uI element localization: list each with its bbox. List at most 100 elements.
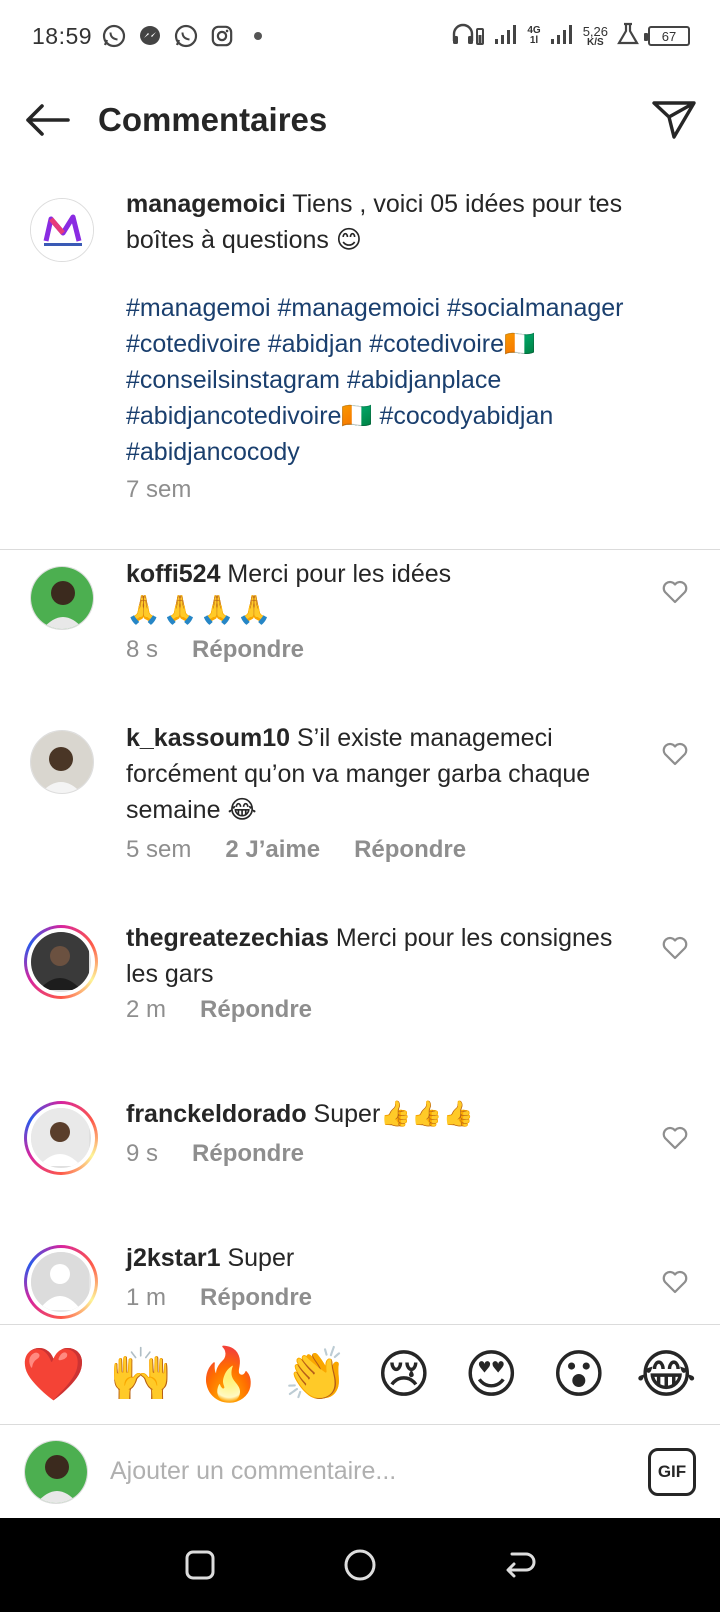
comment-composer: GIF [0,1424,720,1518]
heart-icon [662,1126,688,1150]
like-button[interactable] [662,742,690,770]
emoji-heart[interactable]: ❤️ [19,1345,89,1405]
comment-text: k_kassoum10 S’il existe managemeci forcé… [126,724,591,824]
emoji-raising-hands[interactable]: 🙌 [106,1345,176,1405]
signal-icon [494,23,518,50]
network-speed: 5,26 K/S [582,23,608,48]
status-time: 18:59 [32,22,93,49]
profile-photo [25,1440,87,1503]
whatsapp-icon [172,22,200,50]
comment-item: j2kstar1 Super 1 m Répondre [0,1244,720,1324]
username[interactable]: k_kassoum10 [126,724,290,752]
like-button[interactable] [662,1126,690,1154]
heart-icon [662,742,688,766]
battery-indicator: 67 [644,26,690,46]
reply-button[interactable]: Répondre [192,1140,304,1168]
whatsapp-icon [100,22,128,50]
back-button[interactable] [24,95,74,145]
timestamp: 1 m [126,1284,167,1311]
comment-text: thegreatezechias Merci pour les consigne… [126,924,613,988]
story-avatar[interactable] [24,925,98,999]
comment-meta: 8 s Répondre [126,636,304,664]
comment-meta: 5 sem 2 J’aime Répondre [126,836,466,864]
emoji-laughing[interactable]: 😂 [631,1345,701,1405]
comment-item: koffi524 Merci pour les idées 🙏🙏🙏🙏 8 s R… [0,560,720,690]
comment-text: franckeldorado Super👍👍👍 [126,1100,474,1128]
app-header: Commentaires [0,72,720,168]
comment-text: koffi524 Merci pour les idées 🙏🙏🙏🙏 [126,560,452,625]
username[interactable]: j2kstar1 [126,1244,221,1272]
story-avatar[interactable] [24,1101,98,1175]
circle-icon [344,1549,376,1581]
managemoici-logo [31,199,93,261]
reply-button[interactable]: Répondre [354,836,466,864]
headphones-icon [451,21,485,52]
default-avatar-icon [31,1252,89,1310]
comment-meta: 2 m Répondre [126,996,312,1024]
story-avatar[interactable] [24,1245,98,1319]
emoji-clapping[interactable]: 👏 [281,1345,351,1405]
avatar[interactable] [30,198,94,262]
username[interactable]: managemoici [126,190,286,218]
like-button[interactable] [662,1270,690,1298]
caption-text: managemoici Tiens , voici 05 idées pour … [126,186,646,258]
home-button[interactable] [330,1535,390,1595]
back-icon [506,1552,536,1578]
messenger-icon [136,22,164,50]
heart-icon [662,580,688,604]
likes-count[interactable]: 2 J’aime [225,836,320,864]
username[interactable]: thegreatezechias [126,924,329,952]
share-button[interactable] [646,95,696,145]
timestamp: 9 s [126,1140,159,1167]
reply-button[interactable]: Répondre [192,636,304,664]
profile-photo [31,1108,89,1166]
profile-photo [31,932,89,990]
emoji-surprised[interactable]: 😮 [544,1345,614,1405]
page-title: Commentaires [98,101,328,138]
timestamp: 2 m [126,996,167,1023]
back-nav-button[interactable] [490,1535,550,1595]
recent-apps-button[interactable] [170,1535,230,1595]
my-avatar [24,1439,88,1504]
reply-button[interactable]: Répondre [200,996,312,1024]
paper-plane-icon [652,101,696,139]
username[interactable]: franckeldorado [126,1100,307,1128]
comment-text: j2kstar1 Super [126,1244,295,1272]
reply-button[interactable]: Répondre [200,1284,312,1312]
instagram-icon [208,22,236,50]
comment-meta: 9 s Répondre [126,1140,304,1168]
caption-hashtags[interactable]: #managemoi #managemoici #socialmanager #… [126,290,646,470]
comment-meta: 1 m Répondre [126,1284,312,1312]
heart-icon [662,936,688,960]
signal-icon [550,23,574,50]
timestamp: 8 s [126,636,159,663]
comment-emoji: 🙏🙏🙏🙏 [126,594,274,625]
timestamp: 5 sem [126,836,192,863]
system-nav-bar [0,1518,720,1612]
flask-icon [617,22,639,51]
network-type: 4G 1l [527,25,541,46]
comment-item: k_kassoum10 S’il existe managemeci forcé… [0,724,720,884]
username[interactable]: koffi524 [126,560,220,588]
emoji-quick-bar: ❤️ 🙌 🔥 👏 😢 😍 😮 😂 [0,1324,720,1424]
emoji-heart-eyes[interactable]: 😍 [456,1345,526,1405]
gif-button[interactable]: GIF [648,1447,696,1496]
caption-meta: 7 sem [126,476,191,504]
timestamp: 7 sem [126,476,192,503]
comment-input[interactable] [110,1457,580,1486]
heart-icon [662,1270,688,1294]
emoji-fire[interactable]: 🔥 [194,1345,264,1405]
comment-item: thegreatezechias Merci pour les consigne… [0,924,720,1054]
square-icon [185,1550,215,1580]
comment-item: franckeldorado Super👍👍👍 9 s Répondre [0,1100,720,1210]
post-caption: managemoici Tiens , voici 05 idées pour … [0,180,720,550]
profile-photo [31,731,93,793]
like-button[interactable] [662,936,690,964]
emoji-crying[interactable]: 😢 [369,1345,439,1405]
avatar[interactable] [30,566,94,630]
avatar[interactable] [30,730,94,794]
notification-dot [254,32,263,40]
profile-photo [31,567,93,629]
status-bar: 18:59 4G 1l 5,26 K/S 67 [0,0,720,72]
like-button[interactable] [662,580,690,608]
